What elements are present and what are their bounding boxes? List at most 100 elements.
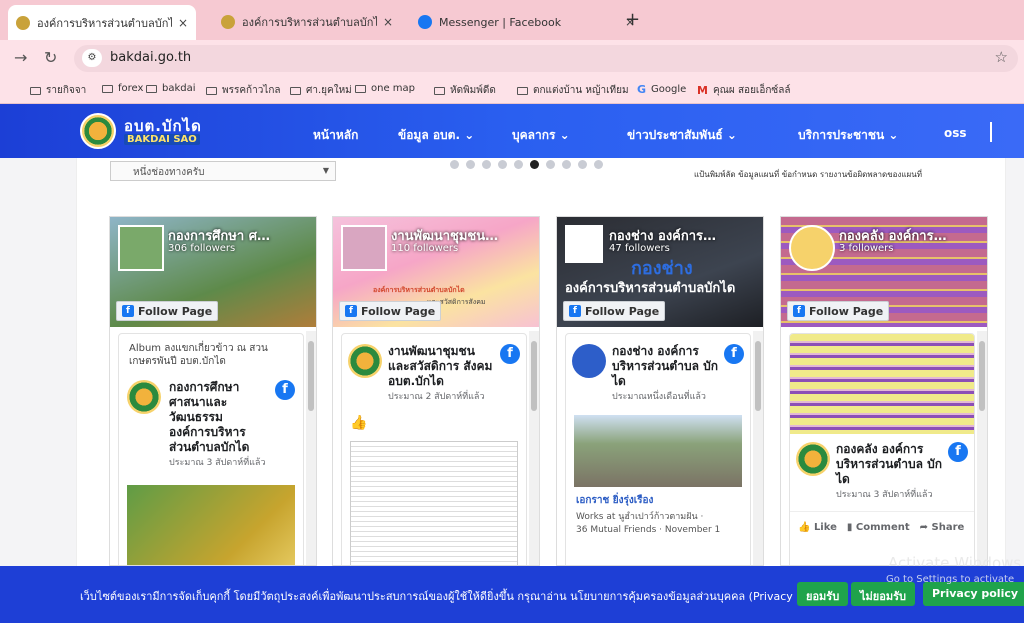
carousel-dot[interactable] bbox=[514, 160, 523, 169]
album-text[interactable]: Album ลงแขกเกี่ยวข้าว ณ สวนเกษตรพันปี อบ… bbox=[119, 334, 303, 376]
post-image[interactable] bbox=[127, 485, 295, 565]
carousel-dot-active[interactable] bbox=[530, 160, 539, 169]
menu-about[interactable]: ข้อมูล อบต. ⌄ bbox=[398, 126, 474, 145]
cover-image[interactable]: กองช่าง องค์การ… 47 followers กองช่าง อง… bbox=[557, 217, 763, 327]
accept-button[interactable]: ยอมรับ bbox=[797, 582, 849, 606]
scrollbar[interactable] bbox=[753, 331, 763, 565]
avatar[interactable] bbox=[348, 344, 382, 378]
bookmark-folder[interactable]: one map bbox=[355, 83, 415, 94]
url-text[interactable]: bakdai.go.th bbox=[110, 50, 191, 65]
map-footer-links[interactable]: แป้นพิมพ์ลัด ข้อมูลแผนที่ ข้อกำหนด รายงา… bbox=[694, 168, 922, 181]
close-tab-icon[interactable]: × bbox=[383, 15, 393, 29]
post-document-image[interactable] bbox=[350, 441, 518, 565]
carousel-dot[interactable] bbox=[498, 160, 507, 169]
folder-icon bbox=[146, 84, 157, 93]
avatar[interactable] bbox=[127, 380, 161, 414]
avatar[interactable] bbox=[796, 442, 830, 476]
carousel-dot[interactable] bbox=[578, 160, 587, 169]
activate-windows-watermark-sub: Go to Settings to activate bbox=[886, 574, 1015, 585]
comment-button[interactable]: ▮ Comment bbox=[847, 522, 910, 533]
reload-icon[interactable]: ↻ bbox=[44, 48, 57, 67]
post-author[interactable]: กองการศึกษา ศาสนาและ วัฒนธรรม องค์การบริ… bbox=[169, 380, 267, 455]
scrollbar[interactable] bbox=[977, 331, 987, 565]
bookmark-label: Google bbox=[651, 84, 687, 95]
bookmark-google[interactable]: G Google bbox=[637, 83, 686, 96]
menu-services[interactable]: บริการประชาชน ⌄ bbox=[798, 126, 898, 145]
page-thumbnail[interactable] bbox=[341, 225, 387, 271]
menu-news[interactable]: ข่าวประชาสัมพันธ์ ⌄ bbox=[627, 126, 737, 145]
cover-image[interactable]: งานพัฒนาชุมชน… 110 followers องค์การบริห… bbox=[333, 217, 539, 327]
carousel-dot[interactable] bbox=[482, 160, 491, 169]
page-thumbnail[interactable] bbox=[118, 225, 164, 271]
scrollbar-thumb[interactable] bbox=[308, 341, 314, 411]
post-author[interactable]: งานพัฒนาชุมชน และสวัสดิการ สังคม อบต.บัก… bbox=[388, 344, 494, 389]
scrollbar[interactable] bbox=[306, 331, 316, 565]
facebook-page-card: กองการศึกษา ศ… 306 followers f Follow Pag… bbox=[109, 216, 317, 566]
follow-page-button[interactable]: f Follow Page bbox=[339, 301, 442, 321]
browser-tab[interactable]: Messenger | Facebook × bbox=[410, 7, 643, 37]
bookmark-folder[interactable]: รายกิจจา bbox=[30, 83, 86, 98]
bookmark-folder[interactable]: ศา.ยุคใหม่ bbox=[290, 83, 352, 98]
close-tab-icon[interactable]: × bbox=[178, 16, 188, 30]
forward-arrow-icon[interactable]: → bbox=[14, 48, 27, 67]
scrollbar-thumb[interactable] bbox=[979, 341, 985, 411]
carousel-dot[interactable] bbox=[546, 160, 555, 169]
page-thumbnail[interactable] bbox=[789, 225, 835, 271]
browser-tab-bar: องค์การบริหารส่วนตำบลบักได – อบต. × องค์… bbox=[0, 0, 1024, 40]
bookmark-folder[interactable]: ตกแต่งบ้าน หญ้าเทียม bbox=[517, 83, 629, 98]
bookmark-folder[interactable]: bakdai bbox=[146, 83, 196, 94]
page-thumbnail[interactable] bbox=[565, 225, 603, 263]
post-image[interactable] bbox=[790, 334, 974, 434]
site-logo-icon[interactable] bbox=[80, 113, 116, 149]
cover-image[interactable]: กองการศึกษา ศ… 306 followers f Follow Pag… bbox=[110, 217, 316, 327]
facebook-icon: f bbox=[345, 305, 357, 317]
carousel-dot[interactable] bbox=[562, 160, 571, 169]
tab-title: องค์การบริหารส่วนตำบลบักได – อบต. bbox=[242, 16, 377, 29]
carousel-dot[interactable] bbox=[450, 160, 459, 169]
post-image[interactable] bbox=[574, 415, 742, 487]
new-tab-icon[interactable]: + bbox=[625, 9, 640, 30]
facebook-icon[interactable]: f bbox=[948, 442, 968, 462]
shared-name[interactable]: เอกราช ยิ่งรุ่งเรือง bbox=[566, 487, 750, 508]
facebook-icon[interactable]: f bbox=[724, 344, 744, 364]
bookmark-folder[interactable]: forex bbox=[102, 83, 143, 94]
browser-tab-active[interactable]: องค์การบริหารส่วนตำบลบักได – อบต. × bbox=[8, 5, 197, 40]
facebook-icon[interactable]: f bbox=[275, 380, 295, 400]
post-author[interactable]: กองช่าง องค์การ บริหารส่วนตำบล บักได bbox=[612, 344, 718, 389]
follow-page-button[interactable]: f Follow Page bbox=[116, 301, 219, 321]
cover-image[interactable]: กองคลัง องค์การ… 3 followers f Follow Pag… bbox=[781, 217, 987, 327]
bookmark-gmail[interactable]: M คุณผ สอยเอ็กซ์ลล์ bbox=[697, 83, 790, 98]
bookmark-folder[interactable]: พรรคก้าวไกล bbox=[206, 83, 281, 98]
browser-tab[interactable]: องค์การบริหารส่วนตำบลบักได – อบต. × bbox=[213, 7, 401, 37]
avatar[interactable] bbox=[572, 344, 606, 378]
site-info-icon[interactable]: ⚙ bbox=[82, 49, 102, 67]
privacy-policy-button[interactable]: Privacy policy bbox=[923, 582, 1024, 606]
bookmark-star-icon[interactable]: ☆ bbox=[995, 48, 1008, 66]
post-time[interactable]: ประมาณ 3 สัปดาห์ที่แล้ว bbox=[169, 455, 267, 469]
bookmark-folder[interactable]: หัดพิมพ์ดีด bbox=[434, 83, 496, 98]
carousel-dot[interactable] bbox=[466, 160, 475, 169]
post-header: งานพัฒนาชุมชน และสวัสดิการ สังคม อบต.บัก… bbox=[342, 334, 526, 407]
url-bar[interactable]: ⚙ bakdai.go.th ☆ bbox=[74, 45, 1018, 72]
post-time[interactable]: ประมาณ 2 สัปดาห์ที่แล้ว bbox=[388, 389, 494, 403]
feed-panel: กองช่าง องค์การ บริหารส่วนตำบล บักได ประ… bbox=[565, 333, 751, 565]
post-time[interactable]: ประมาณหนึ่งเดือนที่แล้ว bbox=[612, 389, 718, 403]
post-time[interactable]: ประมาณ 3 สัปดาห์ที่แล้ว bbox=[836, 487, 942, 501]
post-author[interactable]: กองคลัง องค์การ บริหารส่วนตำบล บักได bbox=[836, 442, 942, 487]
scrollbar[interactable] bbox=[529, 331, 539, 565]
like-button[interactable]: 👍 Like bbox=[798, 522, 837, 533]
scrollbar-thumb[interactable] bbox=[531, 341, 537, 411]
channel-select[interactable]: หนึ่งช่องทางครับ ▼ bbox=[110, 161, 336, 181]
feed-panel: Album ลงแขกเกี่ยวข้าว ณ สวนเกษตรพันปี อบ… bbox=[118, 333, 304, 565]
decline-button[interactable]: ไม่ยอมรับ bbox=[851, 582, 915, 606]
follow-page-button[interactable]: f Follow Page bbox=[787, 301, 890, 321]
follow-page-button[interactable]: f Follow Page bbox=[563, 301, 666, 321]
carousel-dot[interactable] bbox=[594, 160, 603, 169]
share-button[interactable]: ➦ Share bbox=[920, 522, 965, 533]
feed-panel: งานพัฒนาชุมชน และสวัสดิการ สังคม อบต.บัก… bbox=[341, 333, 527, 565]
facebook-icon[interactable]: f bbox=[500, 344, 520, 364]
menu-oss[interactable]: oss bbox=[944, 126, 967, 140]
menu-home[interactable]: หน้าหลัก bbox=[313, 126, 358, 145]
menu-personnel[interactable]: บุคลากร ⌄ bbox=[512, 126, 570, 145]
scrollbar-thumb[interactable] bbox=[755, 341, 761, 411]
